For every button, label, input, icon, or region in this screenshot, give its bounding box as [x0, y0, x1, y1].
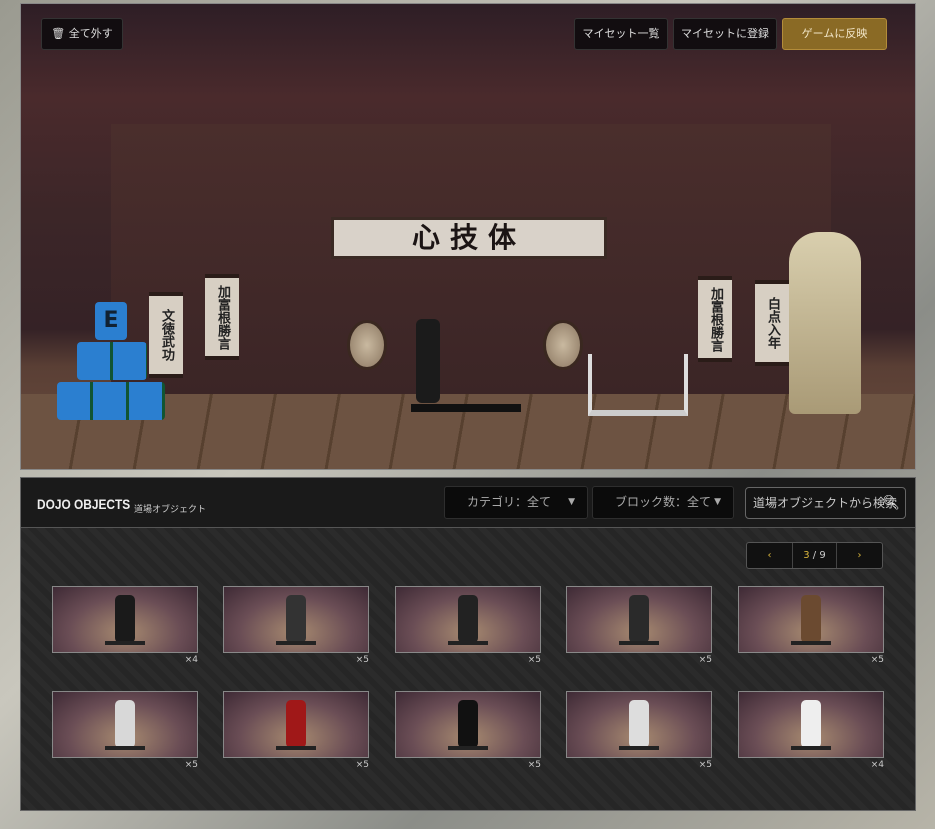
object-count: ×5: [527, 760, 541, 770]
eagle-statue-object[interactable]: [789, 232, 861, 414]
page-indicator: 3 / 9: [792, 543, 837, 568]
stand-base: [619, 746, 659, 750]
object-tile-black-bag[interactable]: [395, 691, 541, 758]
object-count: ×5: [527, 655, 541, 665]
caret-down-icon: ▼: [568, 497, 575, 507]
next-page-button[interactable]: ›: [837, 543, 882, 568]
wall-scroll: 加富根勝言: [698, 276, 732, 362]
object-tile-red-bag[interactable]: [223, 691, 369, 758]
panel-header: DOJO OBJECTS 道場オブジェクト カテゴリ：全て ▼ ブロック数：全て ▼…: [21, 478, 915, 528]
punching-bag-object[interactable]: [416, 319, 440, 403]
panel-subtitle: 道場オブジェクト: [134, 505, 207, 515]
dojo-preview[interactable]: 心技体 文徳武功 加富根勝言 加富根勝言 白点入年 E 🗑 全て外す マイセット…: [20, 3, 916, 470]
barrel: E: [95, 302, 127, 340]
white-bag-thumbnail: [115, 700, 135, 748]
stand-base: [105, 641, 145, 645]
wooden-dummy-thumbnail: [801, 595, 821, 643]
caret-down-icon: ▼: [714, 497, 721, 507]
category-dropdown[interactable]: カテゴリ：全て ▼: [444, 486, 588, 519]
object-count: ×5: [870, 655, 884, 665]
object-tile-wooden-dummy[interactable]: [738, 586, 884, 653]
remove-all-label: 全て外す: [68, 27, 113, 40]
object-tile-speed-bag-stand[interactable]: [223, 586, 369, 653]
speed-bag-stand-thumbnail: [286, 595, 306, 643]
myset-register-button[interactable]: マイセットに登録: [673, 18, 777, 50]
object-count: ×5: [698, 655, 712, 665]
bench-press-object[interactable]: [588, 354, 688, 416]
object-tile-dartboard[interactable]: [395, 586, 541, 653]
category-value: カテゴリ：全て: [467, 495, 552, 509]
object-tile-bench-press[interactable]: [738, 691, 884, 758]
trash-icon: 🗑: [51, 27, 69, 40]
dojo-sign: 心技体: [331, 217, 607, 259]
stand-base: [276, 746, 316, 750]
object-count: ×4: [184, 655, 198, 665]
black-bag-thumbnail: [458, 700, 478, 748]
object-count: ×5: [355, 760, 369, 770]
object-tile-heavy-bag[interactable]: [566, 586, 712, 653]
bench-press-thumbnail: [801, 700, 821, 748]
dartboard-thumbnail: [458, 595, 478, 643]
object-tile-white-bag[interactable]: [52, 691, 198, 758]
object-tile-punching-bag-stand[interactable]: [52, 586, 198, 653]
stand-base: [791, 746, 831, 750]
object-count: ×5: [698, 760, 712, 770]
drum: [347, 320, 387, 370]
stand-base: [448, 641, 488, 645]
prev-page-button[interactable]: ‹: [747, 543, 792, 568]
block-count-dropdown[interactable]: ブロック数：全て ▼: [592, 486, 734, 519]
object-tile-home-gym[interactable]: [566, 691, 712, 758]
bag-stand-base: [411, 404, 521, 412]
object-count: ×4: [870, 760, 884, 770]
pagination: ‹ 3 / 9 ›: [746, 542, 883, 569]
stand-base: [791, 641, 831, 645]
block-count-value: ブロック数：全て: [615, 495, 712, 509]
home-gym-thumbnail: [629, 700, 649, 748]
object-count: ×5: [355, 655, 369, 665]
drum: [543, 320, 583, 370]
barrel-stack-object[interactable]: E: [57, 302, 167, 422]
object-count: ×5: [184, 760, 198, 770]
heavy-bag-thumbnail: [629, 595, 649, 643]
stand-base: [619, 641, 659, 645]
myset-list-button[interactable]: マイセット一覧: [574, 18, 668, 50]
search-icon[interactable]: 🔍︎: [882, 488, 900, 518]
apply-to-game-button[interactable]: ゲームに反映: [782, 18, 887, 50]
remove-all-button[interactable]: 🗑 全て外す: [41, 18, 123, 50]
wall-scroll: 加富根勝言: [205, 274, 239, 360]
red-bag-thumbnail: [286, 700, 306, 748]
stand-base: [276, 641, 316, 645]
punching-bag-stand-thumbnail: [115, 595, 135, 643]
wall-scroll: 白点入年: [755, 280, 789, 366]
panel-title: DOJO OBJECTS: [37, 496, 131, 512]
stand-base: [105, 746, 145, 750]
dojo-objects-panel: DOJO OBJECTS 道場オブジェクト カテゴリ：全て ▼ ブロック数：全て ▼…: [20, 477, 916, 811]
stand-base: [448, 746, 488, 750]
search-placeholder: 道場オブジェクトから検索: [753, 496, 898, 510]
search-input[interactable]: 道場オブジェクトから検索 🔍︎: [745, 487, 906, 519]
